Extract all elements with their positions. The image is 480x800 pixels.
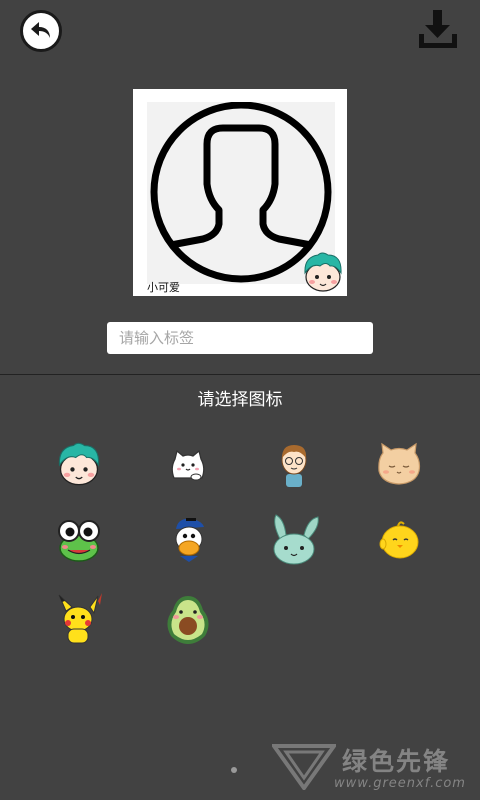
sticker-boy-with-glasses[interactable]: [266, 436, 322, 492]
orange-cat-icon: [378, 442, 421, 485]
sticker-donald-duck[interactable]: [160, 512, 216, 568]
green-frog-icon: [58, 520, 100, 562]
top-bar: [0, 0, 480, 70]
sticker-pikachu[interactable]: [51, 591, 107, 647]
download-icon: [419, 10, 457, 48]
preview-frame: 小可爱: [133, 89, 347, 296]
green-hair-boy-icon: [58, 442, 100, 486]
tag-input[interactable]: [107, 322, 373, 354]
sticker-green-hair-boy[interactable]: [51, 436, 107, 492]
download-button[interactable]: [416, 8, 460, 52]
preview-sticker-green-hair-boy: [300, 249, 346, 295]
watermark-logo-icon: [272, 744, 336, 790]
avocado-icon: [167, 596, 209, 644]
sticker-mint-rabbit[interactable]: [266, 512, 322, 568]
donald-duck-icon: [175, 518, 204, 562]
sticker-yellow-chick[interactable]: [371, 512, 427, 568]
pager-dot: [231, 767, 237, 773]
preview-caption: 小可爱: [147, 281, 180, 294]
back-arrow-icon: [31, 22, 50, 38]
watermark-brand: 绿色先锋: [342, 747, 451, 776]
sticker-green-frog[interactable]: [51, 512, 107, 568]
icon-picker-title: 请选择图标: [197, 390, 283, 410]
white-cat-icon: [171, 449, 205, 481]
pikachu-icon: [58, 593, 102, 644]
yellow-chick-icon: [379, 521, 419, 559]
icon-grid: [0, 436, 480, 656]
divider: [0, 374, 480, 375]
sticker-white-cat[interactable]: [160, 436, 216, 492]
watermark-url: www.greenxf.com: [334, 776, 466, 791]
sticker-orange-cat[interactable]: [371, 436, 427, 492]
sticker-avocado[interactable]: [160, 591, 216, 647]
boy-with-glasses-icon: [281, 445, 307, 487]
watermark: 绿色先锋 www.greenxf.com: [272, 740, 472, 796]
mint-rabbit-icon: [273, 514, 319, 565]
back-button[interactable]: [20, 10, 62, 52]
